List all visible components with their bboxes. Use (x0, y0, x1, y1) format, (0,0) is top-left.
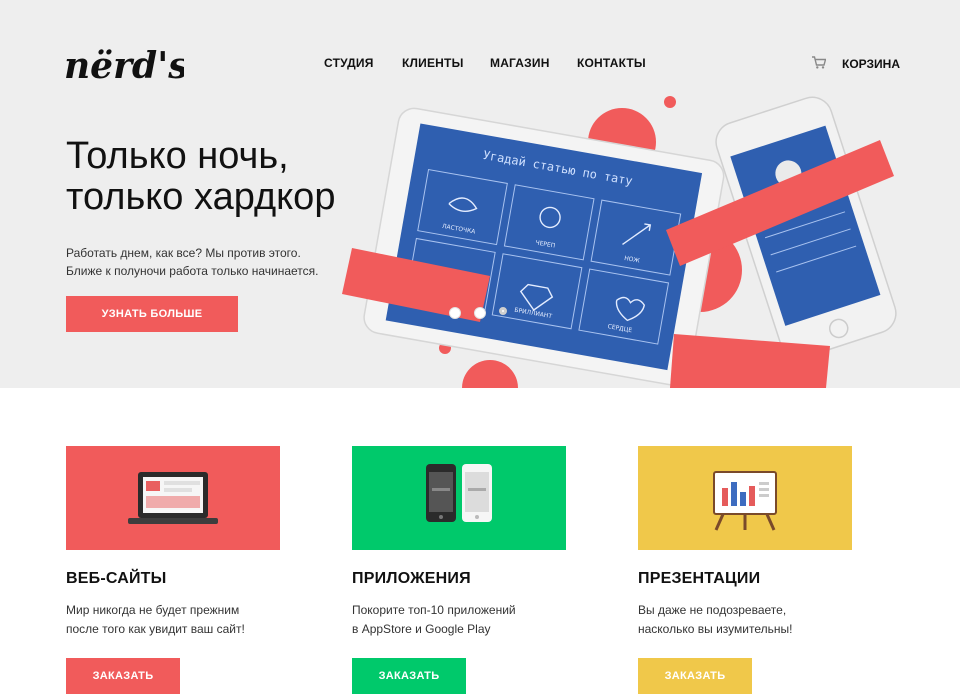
hero-title: Только ночь, только хардкор (66, 136, 386, 218)
service-image-websites (66, 446, 280, 550)
service-description-line: Мир никогда не будет прежним (66, 603, 240, 617)
hero-title-line: Только ночь, (66, 135, 289, 177)
hero-devices-illustration: Угадай статью по тату ЛАСТОЧКА ЧЕРЕП НОЖ (342, 96, 897, 388)
service-description-line: Покорите топ-10 приложений (352, 603, 516, 617)
laptop-icon (128, 472, 218, 524)
nav-item-clients[interactable]: КЛИЕНТЫ (402, 56, 464, 70)
service-image-apps (352, 446, 566, 550)
nav-item-studio[interactable]: СТУДИЯ (324, 56, 374, 70)
service-description: Мир никогда не будет прежним после того … (66, 601, 286, 639)
nav-item-contacts[interactable]: КОНТАКТЫ (577, 56, 646, 70)
cart-link[interactable]: КОРЗИНА (842, 57, 900, 71)
decor-half-circle (462, 360, 518, 388)
service-description-line: после того как увидит ваш сайт! (66, 622, 245, 636)
service-image-presentations (638, 446, 852, 550)
order-websites-button[interactable]: ЗАКАЗАТЬ (66, 658, 180, 694)
service-description-line: Вы даже не подозреваете, (638, 603, 787, 617)
slider-dot[interactable] (474, 307, 486, 319)
service-title: ПРЕЗЕНТАЦИИ (638, 570, 761, 587)
order-apps-button[interactable]: ЗАКАЗАТЬ (352, 658, 466, 694)
hero-description-line: Ближе к полуночи работа только начинаетс… (66, 264, 319, 278)
slider-dot-active[interactable] (499, 307, 507, 315)
service-description: Покорите топ-10 приложений в AppStore и … (352, 601, 572, 639)
slider-dots (449, 307, 515, 321)
service-title: ПРИЛОЖЕНИЯ (352, 570, 471, 587)
service-description-line: в AppStore и Google Play (352, 622, 491, 636)
slider-dot[interactable] (449, 307, 461, 319)
nav-item-shop[interactable]: МАГАЗИН (490, 56, 550, 70)
service-description: Вы даже не подозреваете, насколько вы из… (638, 601, 858, 639)
service-description-line: насколько вы изумительны! (638, 622, 793, 636)
tablet-device: Угадай статью по тату ЛАСТОЧКА ЧЕРЕП НОЖ (363, 107, 725, 386)
learn-more-button[interactable]: УЗНАТЬ БОЛЬШЕ (66, 296, 238, 332)
decor-circle (664, 96, 676, 108)
hero-section: nërd's СТУДИЯ КЛИЕНТЫ МАГАЗИН КОНТАКТЫ К… (0, 0, 960, 388)
order-presentations-button[interactable]: ЗАКАЗАТЬ (638, 658, 752, 694)
hero-title-line: только хардкор (66, 176, 336, 218)
cart-icon[interactable] (812, 56, 826, 69)
hero-description: Работать днем, как все? Мы против этого.… (66, 244, 356, 280)
hero-description-line: Работать днем, как все? Мы против этого. (66, 246, 301, 260)
service-title: ВЕБ-САЙТЫ (66, 570, 167, 587)
